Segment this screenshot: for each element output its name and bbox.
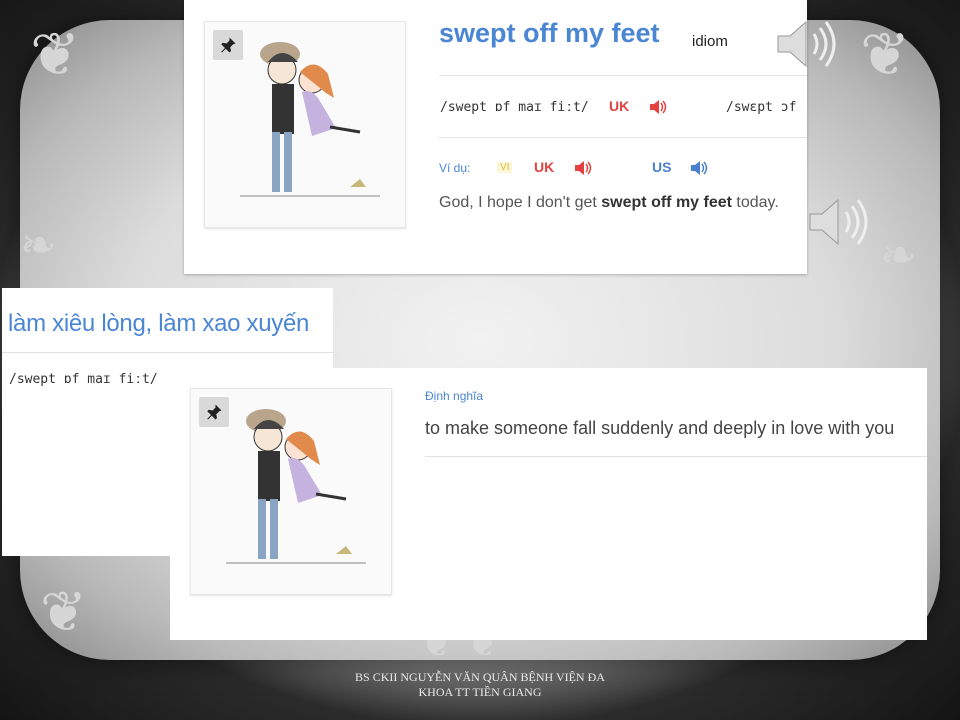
definition-text: to make someone fall suddenly and deeply… [425, 418, 895, 438]
uk-label[interactable]: UK [609, 98, 629, 114]
divider [425, 456, 927, 457]
speaker-icon[interactable] [574, 160, 592, 176]
headword: swept off my feet [439, 18, 660, 48]
definition-label: Định nghĩa [425, 389, 484, 403]
ornament-top-right: ❦ [860, 20, 911, 90]
couple-illustration [240, 42, 380, 197]
illustration-thumbnail [190, 388, 392, 595]
illustration-thumbnail [204, 21, 406, 228]
example-sentence: God, I hope I don't get swept off my fee… [439, 194, 779, 211]
example-label: Ví dụ: [439, 161, 471, 175]
example-uk-label[interactable]: UK [534, 159, 554, 175]
ornament-right-mid: ❧ [880, 230, 917, 281]
speaker-icon[interactable] [690, 160, 708, 176]
example-us-label[interactable]: US [652, 159, 671, 175]
audio-sound-icon[interactable] [806, 194, 870, 250]
ornament-left-mid: ❧ [20, 220, 57, 271]
slide-footer: BS CKII NGUYỄN VĂN QUÂN BỆNH VIỆN ĐA KHO… [310, 670, 650, 700]
divider [439, 137, 807, 138]
part-of-speech: idiom [692, 33, 728, 50]
ornament-top-left: ❦ [30, 20, 81, 90]
couple-illustration [226, 409, 366, 564]
speaker-icon[interactable] [649, 99, 667, 115]
footer-line-1: BS CKII NGUYỄN VĂN QUÂN BỆNH VIỆN ĐA [355, 670, 605, 684]
ipa-text: /swept ɒf maɪ fiːt/ [9, 372, 158, 387]
vi-badge[interactable]: VI [497, 162, 513, 173]
ornament-bottom-left: ❦ [40, 580, 87, 645]
ipa-uk: /swept ɒf maɪ fiːt/ [440, 100, 589, 115]
definition-card: Định nghĩa to make someone fall suddenly… [170, 368, 927, 640]
vietnamese-meaning: làm xiêu lòng, làm xao xuyến [8, 310, 310, 337]
footer-line-2: KHOA TT TIỀN GIANG [418, 685, 542, 699]
divider [2, 352, 333, 353]
divider [439, 75, 807, 76]
dictionary-entry-card: swept off my feet idiom /swept ɒf maɪ fi… [184, 0, 807, 274]
audio-sound-icon[interactable] [774, 16, 838, 72]
ipa-us: /swɛpt ɔf [726, 100, 797, 115]
